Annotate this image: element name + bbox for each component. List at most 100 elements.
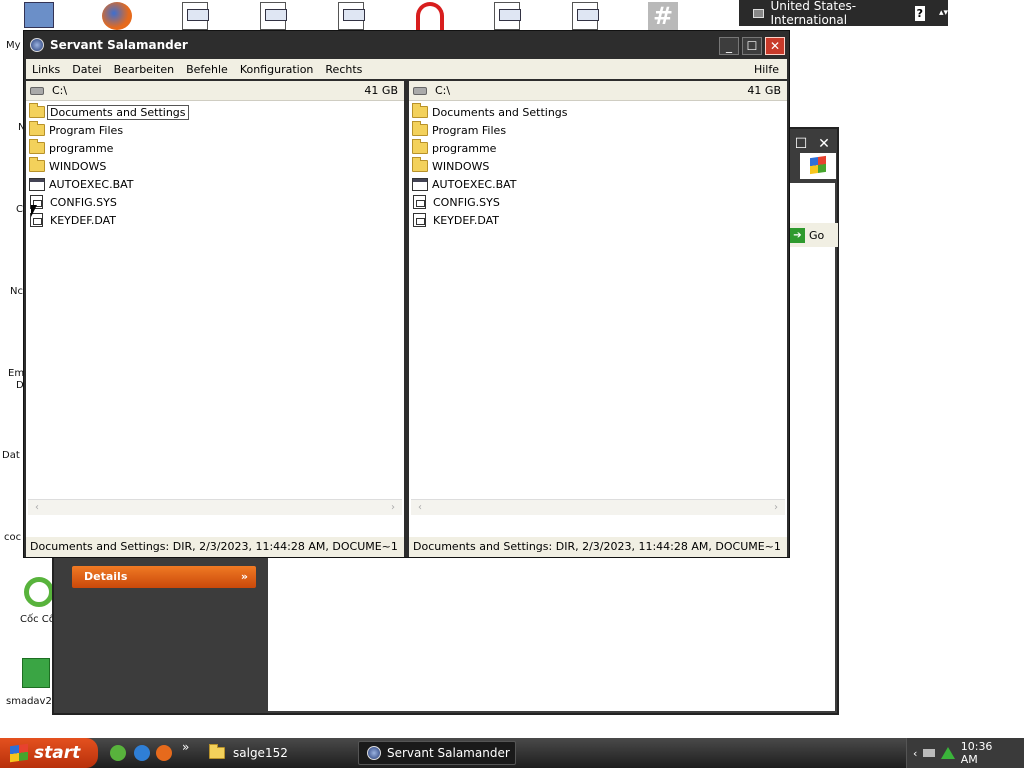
options-icon[interactable]: ▴▾: [939, 8, 948, 18]
list-item[interactable]: programme: [411, 139, 785, 157]
file-name: Documents and Settings: [47, 104, 189, 120]
file-name: AUTOEXEC.BAT: [432, 177, 517, 191]
network-icon[interactable]: [923, 749, 935, 757]
desktop-label-em: Em: [8, 368, 25, 379]
title-bar[interactable]: Servant Salamander: [24, 31, 789, 59]
right-file-list[interactable]: Documents and Settings Program Files pro…: [411, 103, 785, 517]
system-tray: ‹ 10:36 AM: [906, 738, 1024, 768]
document-icon[interactable]: [572, 2, 599, 30]
list-item[interactable]: AUTOEXEC.BAT: [28, 175, 402, 193]
tray-expand-icon[interactable]: ‹: [913, 747, 917, 760]
menu-datei[interactable]: Datei: [66, 63, 107, 76]
details-label: Details: [84, 570, 128, 583]
task-label: Servant Salamander: [387, 746, 510, 760]
firefox-icon[interactable]: [102, 2, 132, 30]
document-icon[interactable]: [182, 2, 209, 30]
document-icon[interactable]: [338, 2, 365, 30]
coccoc-quicklaunch-icon[interactable]: [110, 745, 126, 761]
document-icon[interactable]: [260, 2, 287, 30]
file-name: Program Files: [432, 123, 507, 137]
list-item[interactable]: Program Files: [28, 121, 402, 139]
left-path[interactable]: C:\: [52, 84, 67, 97]
drive-icon[interactable]: [30, 86, 44, 95]
task-salge152[interactable]: salge152: [200, 741, 350, 765]
list-item[interactable]: WINDOWS: [28, 157, 402, 175]
scroll-left-icon[interactable]: ‹: [413, 501, 427, 515]
window-title: Servant Salamander: [50, 38, 188, 52]
list-item[interactable]: WINDOWS: [411, 157, 785, 175]
menu-bearbeiten[interactable]: Bearbeiten: [108, 63, 180, 76]
menu-konfiguration[interactable]: Konfiguration: [234, 63, 320, 76]
list-item[interactable]: KEYDEF.DAT: [28, 211, 402, 229]
go-button[interactable]: ➔ Go: [788, 223, 838, 247]
taskbar: start » salge152 Servant Salamander ‹ 10…: [0, 738, 1024, 768]
maximize-button[interactable]: ☐: [742, 37, 762, 55]
left-file-list[interactable]: Documents and Settings Program Files pro…: [28, 103, 402, 517]
coccoc-icon[interactable]: [24, 577, 54, 607]
file-name: Documents and Settings: [432, 105, 568, 119]
smadav-icon[interactable]: [22, 658, 50, 688]
menu-rechts[interactable]: Rechts: [319, 63, 368, 76]
list-item[interactable]: CONFIG.SYS: [411, 193, 785, 211]
folder-icon: [29, 121, 45, 136]
list-item[interactable]: Documents and Settings: [28, 103, 402, 121]
list-item[interactable]: programme: [28, 139, 402, 157]
document-icon[interactable]: [494, 2, 521, 30]
file-name: CONFIG.SYS: [433, 195, 500, 209]
firefox-quicklaunch-icon[interactable]: [156, 745, 172, 761]
right-path[interactable]: C:\: [435, 84, 450, 97]
scroll-left-icon[interactable]: ‹: [30, 501, 44, 515]
list-item[interactable]: KEYDEF.DAT: [411, 211, 785, 229]
menu-befehle[interactable]: Befehle: [180, 63, 234, 76]
minimize-button[interactable]: _: [719, 37, 739, 55]
close-button[interactable]: ✕: [765, 37, 785, 55]
list-item[interactable]: AUTOEXEC.BAT: [411, 175, 785, 193]
right-horizontal-scrollbar[interactable]: ‹ ›: [411, 499, 785, 515]
close-icon[interactable]: ✕: [814, 135, 834, 153]
clock[interactable]: 10:36 AM: [961, 740, 1024, 766]
my-computer-icon[interactable]: [24, 2, 54, 28]
list-item[interactable]: Program Files: [411, 121, 785, 139]
folder-icon: [209, 744, 225, 759]
acrobat-icon[interactable]: [416, 2, 444, 30]
left-path-bar[interactable]: C:\ 41 GB: [26, 81, 404, 101]
desktop-label-coc: coc: [4, 532, 22, 543]
left-panel[interactable]: C:\ 41 GB Documents and Settings Program…: [26, 81, 404, 557]
start-button[interactable]: start: [0, 738, 98, 768]
hash-icon[interactable]: #: [648, 2, 678, 30]
folder-icon: [29, 103, 45, 118]
file-name: CONFIG.SYS: [50, 195, 117, 209]
list-item[interactable]: Documents and Settings: [411, 103, 785, 121]
smadav-label[interactable]: smadav20: [6, 696, 58, 707]
folder-icon: [412, 121, 428, 136]
folder-icon: [412, 139, 428, 154]
right-path-bar[interactable]: C:\ 41 GB: [409, 81, 787, 101]
help-icon[interactable]: ?: [914, 5, 925, 21]
file-name: WINDOWS: [49, 159, 107, 173]
chevron-down-icon[interactable]: »: [241, 566, 248, 588]
batch-file-icon: [29, 177, 45, 191]
maximize-icon[interactable]: ☐: [791, 135, 811, 153]
internet-explorer-icon[interactable]: [134, 745, 150, 761]
salamander-window[interactable]: Servant Salamander _ ☐ ✕ Links Datei Bea…: [23, 30, 790, 558]
details-panel-header[interactable]: Details »: [72, 566, 256, 588]
language-bar[interactable]: United States-International ? ▴▾: [739, 0, 948, 27]
left-horizontal-scrollbar[interactable]: ‹ ›: [28, 499, 402, 515]
salamander-app-icon[interactable]: [30, 38, 44, 52]
quicklaunch-overflow-icon[interactable]: »: [182, 740, 189, 754]
menu-bar: Links Datei Bearbeiten Befehle Konfigura…: [26, 59, 787, 79]
drive-icon[interactable]: [413, 86, 427, 95]
language-label[interactable]: United States-International: [770, 0, 898, 27]
file-name: WINDOWS: [432, 159, 490, 173]
menu-hilfe[interactable]: Hilfe: [748, 63, 787, 76]
scroll-right-icon[interactable]: ›: [769, 501, 783, 515]
task-servant-salamander[interactable]: Servant Salamander: [358, 741, 516, 765]
shield-icon[interactable]: [940, 747, 955, 759]
menu-links[interactable]: Links: [26, 63, 66, 76]
right-panel[interactable]: C:\ 41 GB Documents and Settings Program…: [409, 81, 787, 557]
folder-icon: [412, 157, 428, 172]
left-free-space: 41 GB: [364, 84, 398, 97]
scroll-right-icon[interactable]: ›: [386, 501, 400, 515]
list-item[interactable]: CONFIG.SYS: [28, 193, 402, 211]
folder-icon: [412, 103, 428, 118]
